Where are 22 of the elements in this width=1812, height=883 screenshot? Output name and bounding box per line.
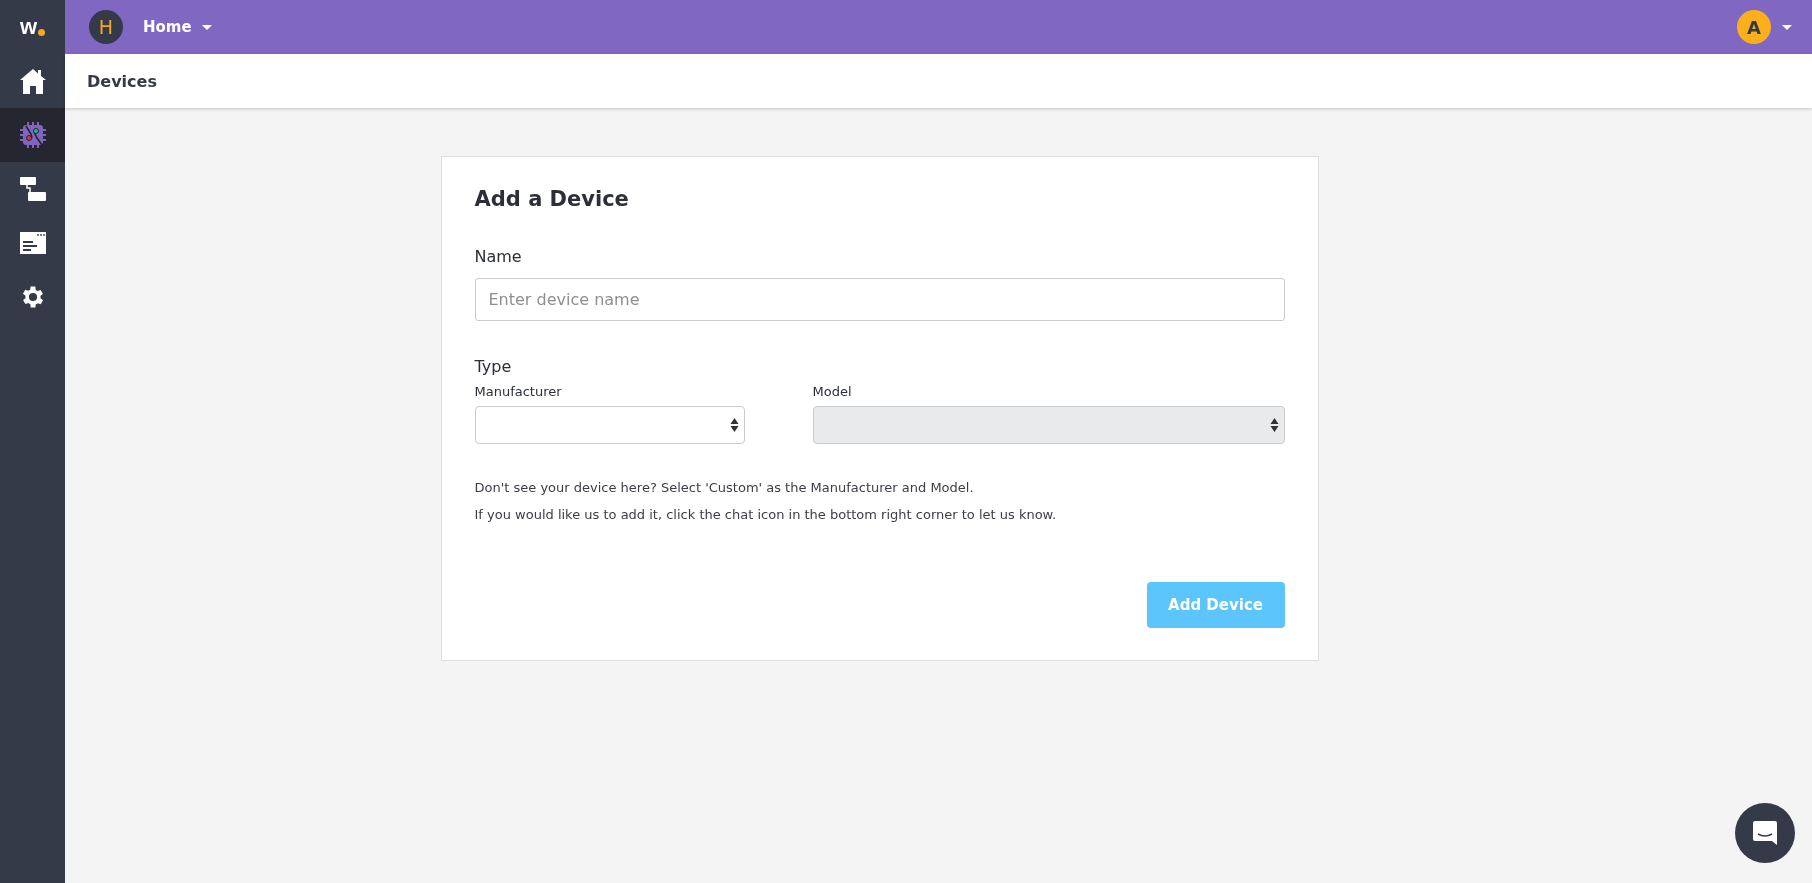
chip-icon: [17, 120, 48, 150]
page-title: Devices: [87, 71, 157, 91]
flow-icon: [17, 174, 48, 204]
caret-icon: [1782, 24, 1792, 30]
dot-icon: [38, 28, 46, 36]
help-text: If you would like us to add it, click the chat icon in the bottom right corner to let us know.: [474, 506, 1058, 524]
sort-arrows-icon: [1269, 417, 1279, 433]
home-dropdown[interactable]: Home: [137, 17, 218, 37]
form-title: Add a Device: [474, 187, 630, 211]
select-field[interactable]: [474, 406, 745, 444]
chat-button[interactable]: [1735, 803, 1795, 863]
app-logo[interactable]: w: [0, 0, 65, 54]
home-avatar: H: [89, 10, 123, 44]
caret-icon: [201, 24, 212, 30]
chat-icon: [1752, 820, 1778, 846]
field-label: Manufacturer: [474, 384, 563, 399]
field-label: Name: [474, 247, 523, 266]
section-label: Type: [474, 357, 513, 376]
help-text: Don't see your device here? Select 'Custom' as the Manufacturer and Model.: [474, 479, 975, 497]
field-label: Model: [812, 384, 853, 399]
sort-arrows-icon: [729, 417, 739, 433]
name-input[interactable]: Enter device name: [474, 278, 1285, 321]
